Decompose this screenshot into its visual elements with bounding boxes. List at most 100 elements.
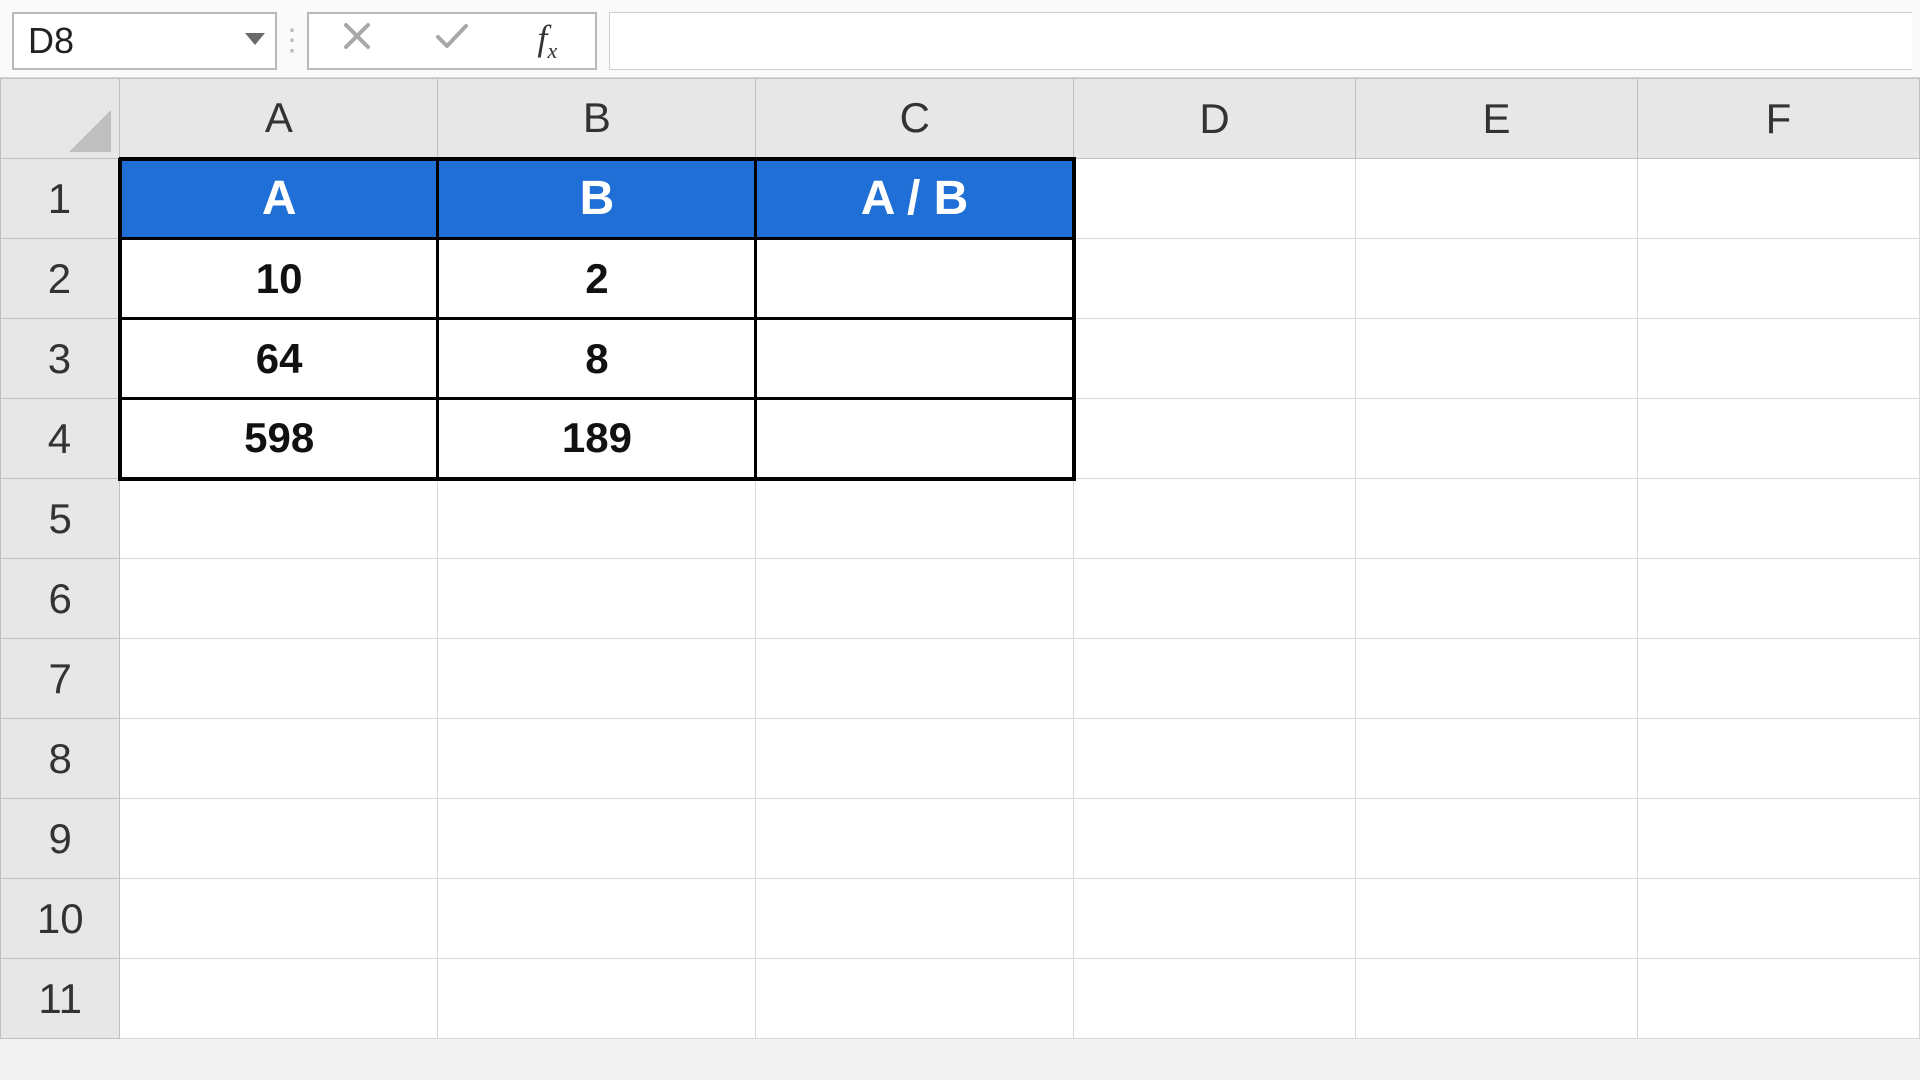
cell[interactable]: A bbox=[120, 159, 438, 239]
cell[interactable] bbox=[438, 479, 756, 559]
separator-icon: ⋮ bbox=[277, 12, 307, 70]
name-box[interactable]: D8 bbox=[12, 12, 277, 70]
cell[interactable] bbox=[1356, 959, 1638, 1039]
cell[interactable]: B bbox=[438, 159, 756, 239]
row-header[interactable]: 2 bbox=[1, 239, 120, 319]
row-header[interactable]: 5 bbox=[1, 479, 120, 559]
spreadsheet-grid[interactable]: A B C D E F 1 A B A / B 2 10 2 bbox=[0, 78, 1920, 1039]
cell[interactable] bbox=[1074, 159, 1356, 239]
cell[interactable] bbox=[1074, 399, 1356, 479]
cell[interactable] bbox=[1074, 559, 1356, 639]
cell[interactable] bbox=[1356, 239, 1638, 319]
cell[interactable] bbox=[1638, 879, 1920, 959]
cell[interactable] bbox=[1638, 159, 1920, 239]
cell[interactable] bbox=[756, 239, 1074, 319]
cell[interactable] bbox=[1638, 479, 1920, 559]
table-row: 11 bbox=[1, 959, 1920, 1039]
cell[interactable] bbox=[438, 559, 756, 639]
row-header[interactable]: 11 bbox=[1, 959, 120, 1039]
cell[interactable] bbox=[120, 879, 438, 959]
cell[interactable] bbox=[756, 639, 1074, 719]
cell[interactable]: 10 bbox=[120, 239, 438, 319]
enter-button[interactable] bbox=[422, 21, 482, 60]
cell[interactable] bbox=[1074, 639, 1356, 719]
cell[interactable] bbox=[1356, 639, 1638, 719]
cell[interactable] bbox=[1074, 319, 1356, 399]
cell[interactable] bbox=[756, 479, 1074, 559]
table-row: 6 bbox=[1, 559, 1920, 639]
cell[interactable] bbox=[1638, 959, 1920, 1039]
column-header[interactable]: E bbox=[1356, 79, 1638, 159]
row-header[interactable]: 7 bbox=[1, 639, 120, 719]
column-header[interactable]: C bbox=[756, 79, 1074, 159]
cell[interactable] bbox=[1074, 799, 1356, 879]
row-header[interactable]: 9 bbox=[1, 799, 120, 879]
table-row: 10 bbox=[1, 879, 1920, 959]
column-header[interactable]: B bbox=[438, 79, 756, 159]
cell[interactable] bbox=[1638, 799, 1920, 879]
cell[interactable] bbox=[1356, 719, 1638, 799]
cell[interactable]: 64 bbox=[120, 319, 438, 399]
cell[interactable] bbox=[1356, 559, 1638, 639]
cell[interactable] bbox=[1356, 319, 1638, 399]
cell[interactable] bbox=[756, 559, 1074, 639]
cell[interactable] bbox=[120, 959, 438, 1039]
chevron-down-icon[interactable] bbox=[239, 29, 271, 52]
check-icon bbox=[435, 21, 469, 51]
cell[interactable] bbox=[756, 319, 1074, 399]
column-header[interactable]: D bbox=[1074, 79, 1356, 159]
cell[interactable]: 2 bbox=[438, 239, 756, 319]
cell[interactable] bbox=[756, 719, 1074, 799]
fx-icon: fx bbox=[537, 18, 557, 58]
row-header[interactable]: 4 bbox=[1, 399, 120, 479]
cell[interactable] bbox=[1356, 479, 1638, 559]
cell[interactable] bbox=[756, 879, 1074, 959]
cell[interactable] bbox=[120, 479, 438, 559]
cell[interactable] bbox=[438, 719, 756, 799]
triangle-icon bbox=[61, 102, 111, 152]
select-all-corner[interactable] bbox=[1, 79, 120, 159]
cell[interactable] bbox=[438, 959, 756, 1039]
column-header[interactable]: F bbox=[1638, 79, 1920, 159]
cell[interactable]: 8 bbox=[438, 319, 756, 399]
cell[interactable] bbox=[1356, 159, 1638, 239]
cell[interactable] bbox=[1356, 799, 1638, 879]
cell[interactable] bbox=[1638, 319, 1920, 399]
cell[interactable] bbox=[1638, 559, 1920, 639]
cell[interactable] bbox=[1074, 239, 1356, 319]
cell[interactable] bbox=[756, 959, 1074, 1039]
cell[interactable] bbox=[120, 719, 438, 799]
cell[interactable] bbox=[1074, 959, 1356, 1039]
formula-input[interactable] bbox=[609, 12, 1912, 70]
cell[interactable] bbox=[1074, 879, 1356, 959]
row-header[interactable]: 3 bbox=[1, 319, 120, 399]
cell[interactable] bbox=[1638, 399, 1920, 479]
row-header[interactable]: 8 bbox=[1, 719, 120, 799]
cell[interactable]: 598 bbox=[120, 399, 438, 479]
cell[interactable] bbox=[120, 559, 438, 639]
cell[interactable] bbox=[1638, 239, 1920, 319]
insert-function-button[interactable]: fx bbox=[517, 17, 577, 64]
column-header[interactable]: A bbox=[120, 79, 438, 159]
cell[interactable] bbox=[1638, 719, 1920, 799]
cell[interactable]: A / B bbox=[756, 159, 1074, 239]
row-header[interactable]: 6 bbox=[1, 559, 120, 639]
table-row: 5 bbox=[1, 479, 1920, 559]
cell[interactable]: 189 bbox=[438, 399, 756, 479]
cell[interactable] bbox=[438, 799, 756, 879]
cell[interactable] bbox=[1074, 479, 1356, 559]
cell[interactable] bbox=[756, 799, 1074, 879]
cell[interactable] bbox=[438, 879, 756, 959]
cell[interactable] bbox=[438, 639, 756, 719]
cell[interactable] bbox=[1356, 399, 1638, 479]
cell[interactable] bbox=[756, 399, 1074, 479]
cell[interactable] bbox=[120, 639, 438, 719]
cell[interactable] bbox=[1356, 879, 1638, 959]
row-header[interactable]: 1 bbox=[1, 159, 120, 239]
table-row: 4 598 189 bbox=[1, 399, 1920, 479]
cell[interactable] bbox=[120, 799, 438, 879]
cancel-button[interactable] bbox=[327, 21, 387, 60]
cell[interactable] bbox=[1074, 719, 1356, 799]
cell[interactable] bbox=[1638, 639, 1920, 719]
row-header[interactable]: 10 bbox=[1, 879, 120, 959]
